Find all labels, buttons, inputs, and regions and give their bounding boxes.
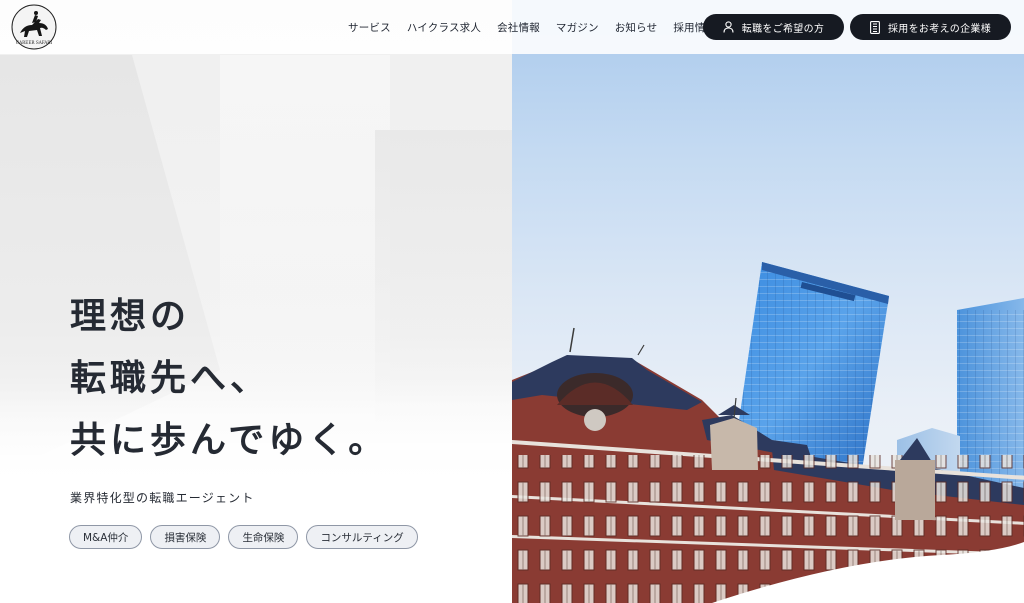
job-seeker-button[interactable]: 転職をご希望の方 [703, 14, 844, 40]
company-button-label: 採用をお考えの企業様 [888, 23, 991, 35]
tag-consulting[interactable]: コンサルティング [306, 525, 418, 549]
person-icon [723, 21, 734, 33]
headline-line: 理想の [70, 295, 191, 337]
job-seeker-button-label: 転職をご希望の方 [741, 23, 825, 35]
company-button[interactable]: 採用をお考えの企業様 [850, 14, 1011, 40]
global-nav: サービス ハイクラス求人 会社情報 マガジン お知らせ 採用情報 [348, 0, 732, 54]
hero-headline: 理想の 転職先へ、 共に歩んでゆく。 [70, 285, 388, 471]
nav-item-magazine[interactable]: マガジン [556, 20, 599, 35]
tag-ma-advisory[interactable]: M&A仲介 [69, 525, 143, 549]
nav-item-company-info[interactable]: 会社情報 [497, 20, 540, 35]
tag-non-life-insurance[interactable]: 損害保険 [150, 525, 221, 549]
site-logo[interactable]: CAREER SAFARI [10, 3, 58, 51]
nav-item-news[interactable]: お知らせ [615, 20, 658, 35]
tag-life-insurance[interactable]: 生命保険 [228, 525, 299, 549]
site-header: CAREER SAFARI サービス ハイクラス求人 会社情報 マガジン お知ら… [0, 0, 1024, 54]
horse-rider-logo-icon: CAREER SAFARI [11, 4, 57, 50]
nav-item-highclass-jobs[interactable]: ハイクラス求人 [407, 20, 481, 35]
industry-tags: M&A仲介 損害保険 生命保険 コンサルティング [69, 525, 418, 549]
nav-item-service[interactable]: サービス [348, 20, 391, 35]
hero-photo [512, 0, 1024, 603]
tokyo-station-illustration [512, 262, 1024, 603]
headline-line: 共に歩んでゆく。 [70, 419, 389, 461]
svg-text:CAREER SAFARI: CAREER SAFARI [16, 40, 53, 45]
headline-line: 転職先へ、 [70, 357, 271, 399]
hero-subcopy: 業界特化型の転職エージェント [70, 491, 255, 505]
building-icon [870, 20, 880, 34]
